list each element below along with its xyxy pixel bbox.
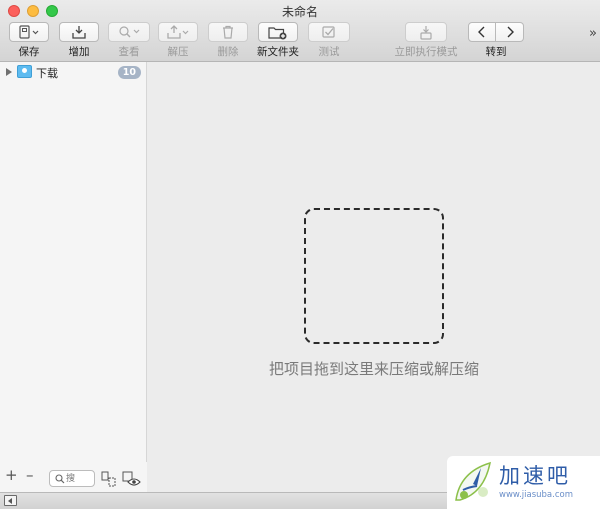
new-folder-label: 新文件夹	[257, 46, 299, 58]
save-button[interactable]: 保存	[8, 22, 50, 60]
view-label: 查看	[118, 46, 140, 58]
delete-button-face	[208, 22, 248, 42]
test-label: 测试	[318, 46, 340, 58]
new-folder-button-face	[258, 22, 298, 42]
app-window: 未命名 保存 增加 查看 解压 删除 新文件夹 测试 立即执行模式 转到 » 下…	[0, 0, 600, 509]
test-button[interactable]: 测试	[308, 22, 350, 60]
new-folder-button[interactable]: 新文件夹	[255, 22, 301, 60]
test-button-face	[308, 22, 350, 42]
instant-mode-button[interactable]: 立即执行模式	[392, 22, 460, 60]
quicklook-icon	[119, 26, 140, 38]
chevron-right-icon	[507, 26, 514, 38]
add-location-button[interactable]: +	[5, 466, 18, 484]
sidebar: 下载 10	[0, 62, 147, 492]
extract-button-face	[158, 22, 198, 42]
save-label: 保存	[18, 46, 40, 58]
site-watermark: 加速吧 www.jiasuba.com	[447, 456, 600, 509]
view-button-face	[108, 22, 150, 42]
save-button-face	[9, 22, 49, 42]
search-icon	[55, 474, 65, 484]
rocket-logo-icon	[455, 461, 491, 501]
sidebar-search-box[interactable]	[49, 470, 95, 487]
instant-mode-icon	[420, 25, 432, 40]
archive-info-icon[interactable]	[101, 471, 117, 487]
instant-mode-button-face	[405, 22, 447, 42]
preview-eye-icon[interactable]	[122, 471, 142, 487]
drop-hint-text: 把项目拖到这里来压缩或解压缩	[268, 360, 479, 378]
watermark-name: 加速吧	[499, 464, 571, 488]
extract-label: 解压	[167, 46, 189, 58]
title-toolbar: 未命名 保存 增加 查看 解压 删除 新文件夹 测试 立即执行模式 转到 »	[0, 0, 600, 62]
watermark-url: www.jiasuba.com	[499, 490, 573, 500]
delete-label: 删除	[217, 46, 239, 58]
delete-button[interactable]: 删除	[208, 22, 248, 60]
extract-icon	[167, 24, 189, 39]
sidebar-footer: + –	[0, 462, 147, 492]
sidebar-item-downloads[interactable]: 下载 10	[0, 64, 147, 80]
extract-button[interactable]: 解压	[158, 22, 198, 60]
checkbox-test-icon	[322, 26, 335, 38]
window-title: 未命名	[281, 5, 318, 19]
trash-icon	[223, 25, 233, 39]
sidebar-toggle-icon[interactable]	[4, 495, 17, 506]
goto-label: 转到	[485, 46, 507, 58]
downloads-folder-icon	[17, 65, 32, 78]
remove-location-button[interactable]: –	[26, 466, 34, 484]
goto-control: 转到	[467, 22, 525, 60]
chevron-left-icon	[478, 26, 485, 38]
archive-save-icon	[19, 25, 39, 39]
drop-area[interactable]: 把项目拖到这里来压缩或解压缩	[148, 62, 600, 492]
item-count-badge: 10	[117, 66, 141, 79]
drop-target-box[interactable]	[304, 208, 444, 344]
back-forward-segment	[468, 22, 524, 42]
instant-mode-label: 立即执行模式	[394, 46, 458, 58]
add-button-face	[59, 22, 99, 42]
forward-button[interactable]	[496, 22, 524, 42]
back-button[interactable]	[468, 22, 496, 42]
view-button[interactable]: 查看	[108, 22, 150, 60]
new-folder-icon	[268, 26, 287, 39]
add-file-icon	[72, 25, 86, 39]
search-input[interactable]	[66, 472, 93, 485]
sidebar-item-label: 下载	[36, 67, 58, 80]
add-button[interactable]: 增加	[59, 22, 99, 60]
toolbar-overflow-button[interactable]: »	[589, 26, 597, 41]
disclosure-triangle-icon[interactable]	[6, 68, 12, 76]
add-label: 增加	[68, 46, 90, 58]
